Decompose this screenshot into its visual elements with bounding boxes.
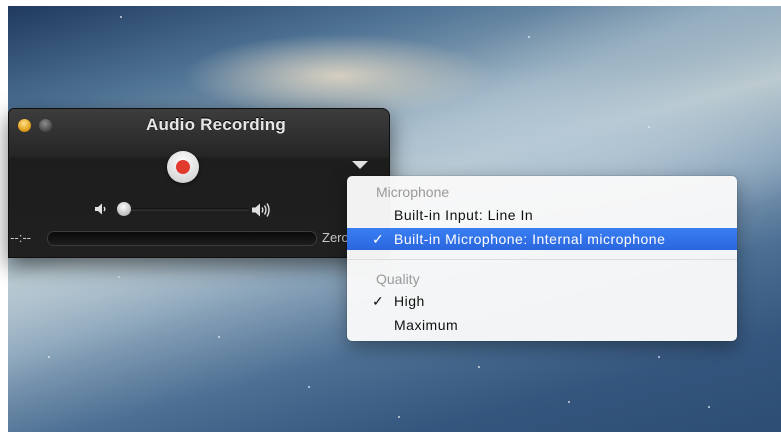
menu-item-high[interactable]: ✓ High	[347, 290, 737, 312]
menu-item-label: High	[394, 293, 425, 309]
microphone-header: Microphone	[376, 184, 450, 200]
audio-recording-window: Audio Recording --:-- Zero KB	[8, 108, 390, 258]
elapsed-time: --:--	[10, 230, 31, 245]
menu-item-label: Built-in Input: Line In	[394, 207, 534, 223]
record-button[interactable]	[167, 151, 199, 183]
menu-item-label: Built-in Microphone: Internal microphone	[394, 231, 666, 247]
menu-item-maximum[interactable]: Maximum	[347, 314, 737, 336]
menu-separator	[347, 259, 737, 260]
checkmark-icon: ✓	[372, 293, 385, 309]
menu-item-line-in[interactable]: Built-in Input: Line In	[347, 204, 737, 226]
checkmark-icon: ✓	[372, 231, 385, 247]
volume-slider-knob[interactable]	[117, 202, 131, 216]
menu-item-internal-microphone[interactable]: ✓ Built-in Microphone: Internal micropho…	[347, 228, 737, 250]
speaker-low-icon[interactable]	[94, 202, 108, 218]
menu-item-label: Maximum	[394, 317, 459, 333]
chevron-down-icon[interactable]	[352, 161, 368, 169]
volume-slider-track[interactable]	[123, 208, 249, 211]
window-title: Audio Recording	[146, 115, 286, 134]
audio-level-meter	[47, 231, 317, 246]
recording-options-menu: Microphone Built-in Input: Line In ✓ Bui…	[347, 176, 737, 341]
record-icon	[176, 160, 190, 174]
quality-header: Quality	[376, 271, 420, 287]
speaker-high-icon[interactable]	[251, 202, 271, 220]
